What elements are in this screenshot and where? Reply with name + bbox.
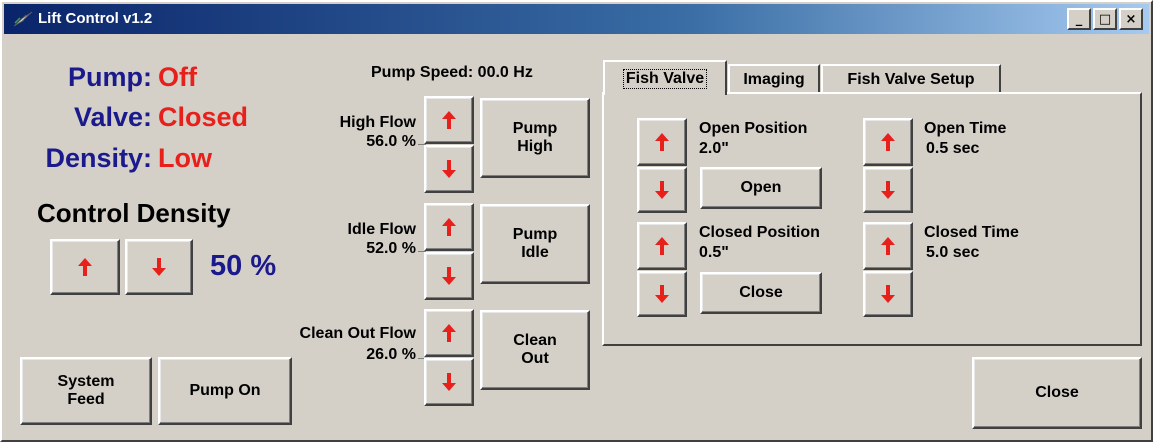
clean-out-flow-down-button[interactable] [424,358,474,406]
tab-fish-valve[interactable]: Fish Valve [603,60,727,95]
arrow-down-icon [442,373,456,391]
tab-fish-valve-setup[interactable]: Fish Valve Setup [821,64,1001,94]
density-status-value: Low [158,143,212,173]
idle-flow-value: 52.0 % [366,240,416,257]
open-time-down-button[interactable] [863,167,913,213]
density-down-button[interactable] [125,239,193,295]
open-time-value: 0.5 sec [926,140,980,157]
valve-status-value: Closed [158,102,249,132]
arrow-up-icon [78,258,92,276]
control-density-heading: Control Density [37,198,231,228]
closed-position-value: 0.5" [699,244,729,261]
closed-time-down-button[interactable] [863,271,913,317]
pump-idle-button[interactable]: Pump Idle [480,204,590,284]
idle-flow-down-button[interactable] [424,252,474,300]
clean-out-flow-label: Clean Out Flow [299,325,416,342]
close-button[interactable]: Close [972,357,1142,429]
open-position-value: 2.0" [699,140,729,157]
system-feed-button[interactable]: System Feed [20,357,152,425]
arrow-down-icon [881,285,895,303]
clean-out-button[interactable]: Clean Out [480,310,590,390]
density-up-button[interactable] [50,239,120,295]
open-position-down-button[interactable] [637,167,687,213]
arrow-up-icon [881,133,895,151]
arrow-down-icon [881,181,895,199]
lightning-icon [13,11,33,27]
closed-time-label: Closed Time [924,224,1019,241]
open-time-up-button[interactable] [863,118,913,166]
closed-time-up-button[interactable] [863,222,913,270]
closed-position-label: Closed Position [699,224,820,241]
fish-valve-panel: Open Position 2.0" Open Closed Position … [602,92,1142,346]
idle-flow-label: Idle Flow [347,221,416,238]
arrow-up-icon [442,111,456,129]
closed-time-value: 5.0 sec [926,244,980,261]
open-position-up-button[interactable] [637,118,687,166]
close-window-button[interactable]: × [1119,8,1143,30]
clean-out-flow-up-button[interactable] [424,309,474,357]
pump-speed-readout: Pump Speed: 00.0 Hz [371,64,533,81]
pump-high-button[interactable]: Pump High [480,98,590,178]
close-valve-button[interactable]: Close [700,272,822,314]
arrow-up-icon [655,133,669,151]
density-status-label: Density: [45,143,152,173]
pump-on-button[interactable]: Pump On [158,357,292,425]
high-flow-down-button[interactable] [424,145,474,193]
open-time-label: Open Time [924,120,1007,137]
window-title: Lift Control v1.2 [38,10,153,27]
arrow-up-icon [442,218,456,236]
arrow-down-icon [442,267,456,285]
high-flow-label: High Flow [339,114,416,131]
arrow-down-icon [442,160,456,178]
tab-imaging[interactable]: Imaging [728,64,820,94]
open-position-label: Open Position [699,120,808,137]
title-bar[interactable]: Lift Control v1.2 _ □ × [4,4,1149,34]
clean-out-flow-value: 26.0 % [366,346,416,363]
arrow-up-icon [442,324,456,342]
idle-flow-up-button[interactable] [424,203,474,251]
maximize-button[interactable]: □ [1093,8,1117,30]
lift-control-window: Lift Control v1.2 _ □ × Pump: Off Valve:… [0,0,1153,442]
minimize-button[interactable]: _ [1067,8,1091,30]
closed-position-down-button[interactable] [637,271,687,317]
arrow-up-icon [655,237,669,255]
arrow-up-icon [881,237,895,255]
closed-position-up-button[interactable] [637,222,687,270]
open-button[interactable]: Open [700,167,822,209]
control-density-percent: 50 % [210,250,277,282]
arrow-down-icon [655,285,669,303]
valve-status-label: Valve: [73,102,152,132]
high-flow-up-button[interactable] [424,96,474,144]
arrow-down-icon [152,258,166,276]
high-flow-value: 56.0 % [366,133,416,150]
arrow-down-icon [655,181,669,199]
pump-status-value: Off [158,62,197,92]
pump-status-label: Pump: [68,62,152,92]
